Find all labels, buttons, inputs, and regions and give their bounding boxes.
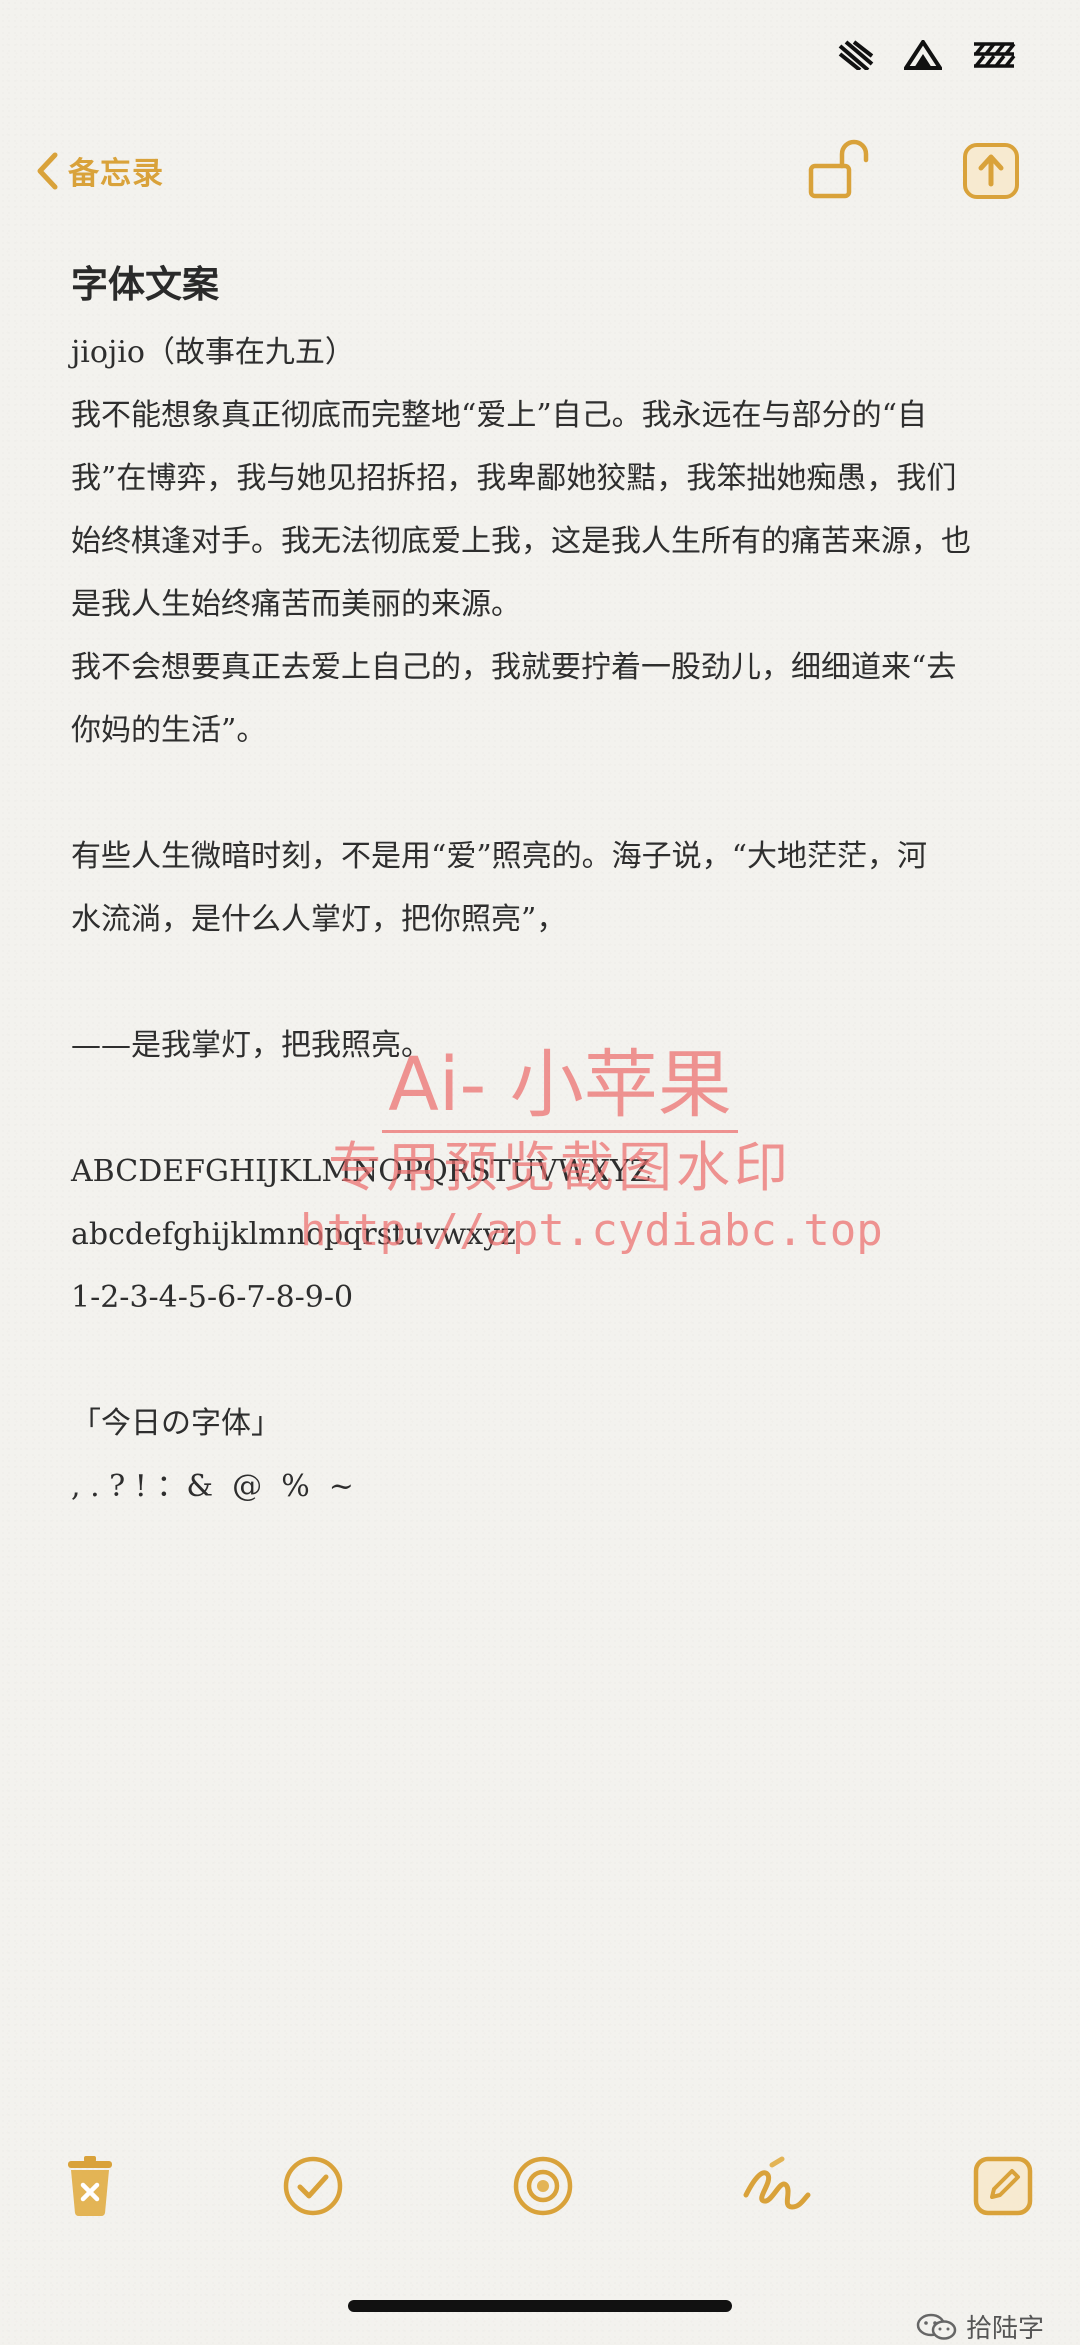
chevron-left-icon: [37, 152, 58, 189]
note-line: 水流淌，是什么人掌灯，把你照亮”，: [71, 902, 567, 937]
compose-icon: [973, 2156, 1033, 2216]
wechat-icon: [916, 2313, 957, 2340]
note-line: 始终棋逢对手。我无法彻底爱上我，这是我人生所有的痛苦来源，也: [71, 524, 971, 559]
note-line: jiojio（故事在九五）: [71, 335, 355, 370]
share-icon: [963, 143, 1019, 199]
note-line: 我”在博弈，我与她见招拆招，我卑鄙她狡黠，我笨拙她痴愚，我们: [71, 461, 957, 496]
status-bar: [838, 40, 1016, 70]
note-line: 我不能想象真正彻底而完整地“爱上”自己。我永远在与部分的“自: [71, 398, 928, 433]
checklist-button[interactable]: [282, 2155, 344, 2221]
camera-button[interactable]: [512, 2155, 574, 2221]
note-line: [71, 951, 1011, 1014]
note-title: 字体文案: [71, 263, 219, 306]
note-line: ——是我掌灯，把我照亮。: [71, 1028, 431, 1063]
trash-icon: [68, 2156, 112, 2217]
home-indicator[interactable]: [348, 2300, 732, 2312]
note-line: 是我人生始终痛苦而美丽的来源。: [71, 587, 521, 622]
note-line: 有些人生微暗时刻，不是用“爱”照亮的。海子说，“大地茫茫，河: [71, 839, 928, 874]
note-line: abcdefghijklmnopqrstuvwxyz: [71, 1217, 516, 1252]
note-line: [71, 762, 1011, 825]
note-line: 1-2-3-4-5-6-7-8-9-0: [71, 1280, 354, 1315]
note-line: ABCDEFGHIJKLMNOPQRSTUVWXYZ: [71, 1154, 651, 1189]
note-line: , . ? ! ：& @ % ~: [71, 1469, 354, 1504]
camera-icon: [513, 2156, 573, 2216]
note-line: 你妈的生活”。: [71, 713, 267, 748]
wifi-icon: [904, 40, 942, 70]
credit-text: 拾陆字: [965, 2314, 1044, 2344]
bottom-toolbar: [0, 2155, 1080, 2225]
markup-button[interactable]: [742, 2155, 812, 2221]
unlocked-lock-icon: [808, 139, 869, 199]
pen-scribble-icon: [743, 2156, 811, 2210]
note-line: [71, 1077, 1011, 1140]
compose-button[interactable]: [972, 2155, 1034, 2221]
nav-bar: 备忘录: [0, 138, 1080, 208]
back-label: 备忘录: [68, 156, 164, 192]
delete-button[interactable]: [62, 2155, 118, 2221]
note-line: 我不会想要真正去爱上自己的，我就要拧着一股劲儿，细细道来“去: [71, 650, 957, 685]
lock-button[interactable]: [808, 138, 872, 204]
share-button[interactable]: [962, 142, 1020, 204]
credit: 拾陆字: [916, 2308, 1044, 2345]
note-line: 「今日の字体」: [71, 1406, 281, 1441]
note-line: [71, 1329, 1011, 1392]
note-body[interactable]: 字体文案 jiojio（故事在九五） 我不能想象真正彻底而完整地“爱上”自己。我…: [71, 255, 1011, 1518]
back-button[interactable]: 备忘录: [36, 148, 164, 193]
cellular-signal-icon: [838, 40, 874, 70]
checkmark-circle-icon: [283, 2156, 343, 2216]
battery-icon: [974, 42, 1016, 68]
